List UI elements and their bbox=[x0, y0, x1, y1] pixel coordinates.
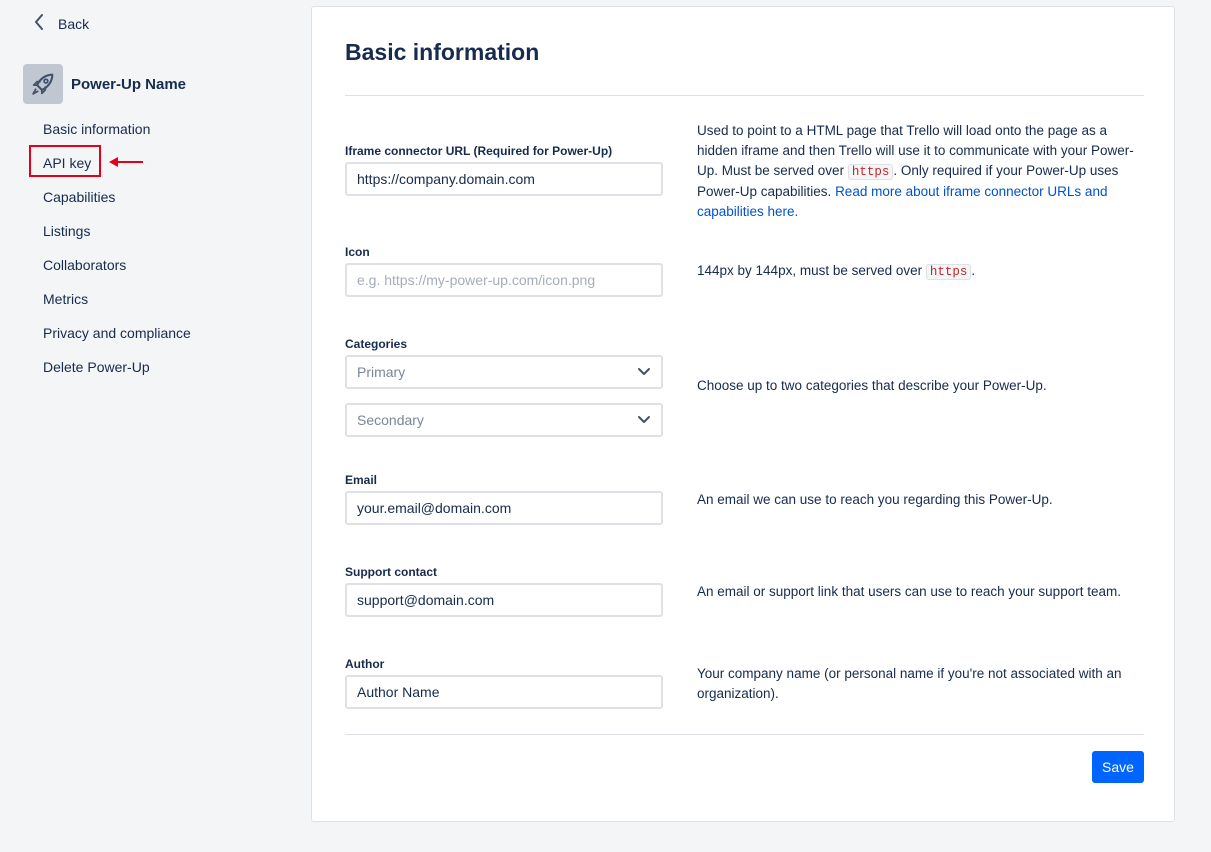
author-label: Author bbox=[345, 657, 385, 671]
back-label: Back bbox=[58, 15, 90, 32]
primary-category-select[interactable]: Primary bbox=[345, 355, 663, 389]
back-link[interactable]: Back bbox=[34, 14, 89, 33]
sidebar-item-metrics[interactable]: Metrics bbox=[43, 290, 191, 324]
rocket-icon bbox=[23, 64, 63, 104]
author-input[interactable] bbox=[345, 675, 663, 709]
iframe-url-help: Used to point to a HTML page that Trello… bbox=[697, 123, 1134, 219]
powerup-header: Power-Up Name bbox=[23, 64, 186, 104]
primary-category-placeholder: Primary bbox=[357, 364, 406, 380]
email-label: Email bbox=[345, 473, 378, 487]
sidebar-item-listings[interactable]: Listings bbox=[43, 222, 191, 256]
author-help: Your company name (or personal name if y… bbox=[697, 666, 1122, 701]
support-contact-help: An email or support link that users can … bbox=[697, 584, 1121, 599]
support-contact-label: Support contact bbox=[345, 565, 437, 579]
sidebar: Back Power-Up Name Basic information API… bbox=[0, 0, 300, 852]
sidebar-item-capabilities[interactable]: Capabilities bbox=[43, 188, 191, 222]
icon-url-input[interactable] bbox=[345, 263, 663, 297]
chevron-left-icon bbox=[34, 14, 44, 33]
https-code: https bbox=[925, 264, 972, 280]
chevron-down-icon bbox=[637, 412, 651, 428]
categories-help: Choose up to two categories that describ… bbox=[697, 378, 1047, 393]
email-help: An email we can use to reach you regardi… bbox=[697, 492, 1053, 507]
save-button[interactable]: Save bbox=[1092, 751, 1144, 783]
sidebar-item-delete-power-up[interactable]: Delete Power-Up bbox=[43, 358, 191, 392]
iframe-url-label: Iframe connector URL (Required for Power… bbox=[345, 144, 613, 158]
iframe-url-input[interactable] bbox=[345, 162, 663, 196]
https-code: https bbox=[847, 164, 894, 180]
icon-help: 144px by 144px, must be served over http… bbox=[697, 263, 976, 280]
divider bbox=[345, 95, 1144, 96]
powerup-name: Power-Up Name bbox=[71, 75, 187, 93]
basic-information-card: Basic information Iframe connector URL (… bbox=[311, 6, 1175, 822]
icon-label: Icon bbox=[345, 245, 370, 259]
red-arrow-icon bbox=[109, 157, 143, 167]
chevron-down-icon bbox=[637, 364, 651, 380]
sidebar-item-privacy-and-compliance[interactable]: Privacy and compliance bbox=[43, 324, 191, 358]
support-contact-input[interactable] bbox=[345, 583, 663, 617]
sidebar-item-collaborators[interactable]: Collaborators bbox=[43, 256, 191, 290]
secondary-category-select[interactable]: Secondary bbox=[345, 403, 663, 437]
sidebar-item-basic-information[interactable]: Basic information bbox=[43, 120, 191, 154]
divider bbox=[345, 734, 1144, 735]
categories-label: Categories bbox=[345, 337, 408, 351]
email-field[interactable] bbox=[345, 491, 663, 525]
page-title: Basic information bbox=[345, 39, 540, 65]
secondary-category-placeholder: Secondary bbox=[357, 412, 424, 428]
